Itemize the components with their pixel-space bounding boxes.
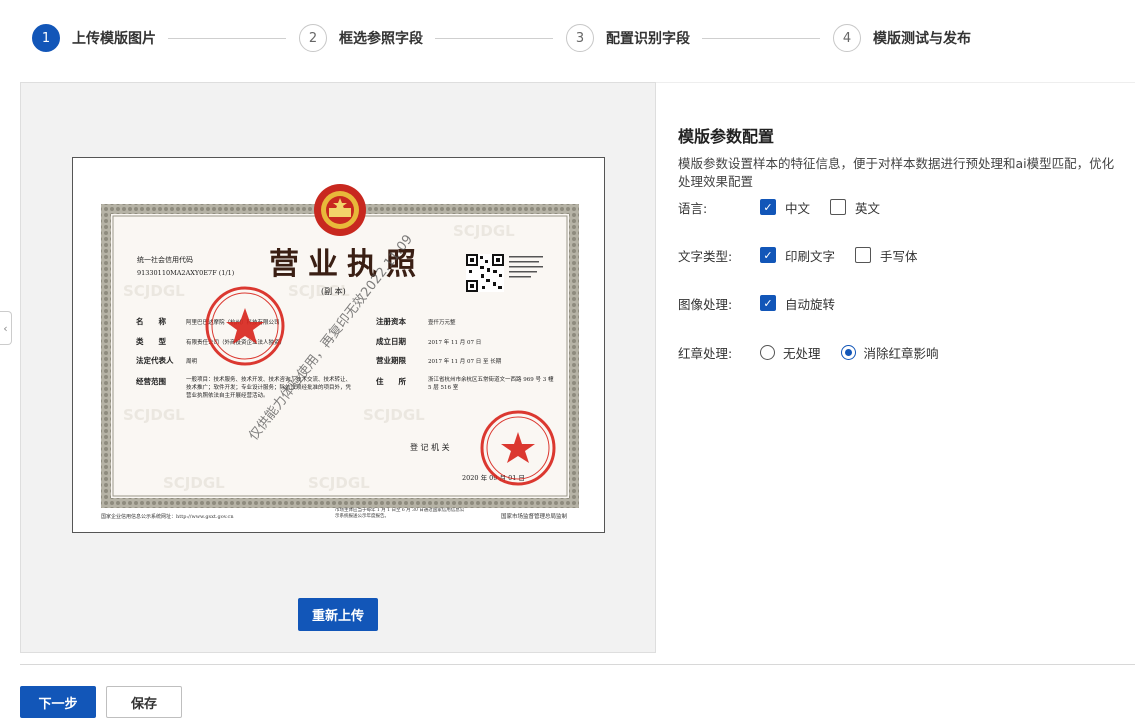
field-value-address: 浙江省杭州市余杭区五常街道文一西路 969 号 3 幢 5 层 516 室 xyxy=(428,377,554,391)
radio-remove-red-seal[interactable]: 消除红章影响 xyxy=(840,343,939,362)
option-label: 手写体 xyxy=(880,248,918,264)
field-label-term: 营业期限 xyxy=(376,355,406,365)
bg-watermark: SCJDGL xyxy=(123,282,185,300)
credit-code: 91330110MA2AXY0E7F (1/1) xyxy=(137,269,235,277)
step-indicator: 1 上传模版图片 2 框选参照字段 3 配置识别字段 4 模版测试与发布 xyxy=(32,24,992,52)
registration-authority: 登 记 机 关 xyxy=(410,442,450,452)
field-label-legal-rep: 法定代表人 xyxy=(136,355,174,365)
field-label-established: 成立日期 xyxy=(376,336,406,346)
field-value-capital: 壹仟万元整 xyxy=(428,318,456,326)
license-subtitle: (副 本) xyxy=(321,286,346,296)
step-number: 2 xyxy=(299,24,327,52)
row-red-seal: 红章处理: 无处理 消除红章影响 xyxy=(678,342,959,362)
check-icon[interactable]: ✓ xyxy=(760,295,776,311)
checkbox-handwriting[interactable]: 手写体 xyxy=(855,246,918,265)
step-number: 4 xyxy=(833,24,861,52)
radio-button-selected[interactable] xyxy=(840,344,856,360)
field-label-type: 类 型 xyxy=(136,336,166,346)
checkbox-auto-rotate[interactable]: ✓ 自动旋转 xyxy=(760,294,835,313)
checkbox-printed-text[interactable]: ✓ 印刷文字 xyxy=(760,246,835,265)
checkbox-box[interactable] xyxy=(855,247,872,263)
check-icon[interactable]: ✓ xyxy=(760,199,776,215)
footer-right: 国家市场监督管理总局监制 xyxy=(501,512,568,520)
step-configure-fields: 3 配置识别字段 xyxy=(566,24,690,52)
credit-code-label: 统一社会信用代码 xyxy=(137,255,193,264)
checkbox-box[interactable] xyxy=(830,199,847,215)
row-label: 语言: xyxy=(678,200,708,216)
option-label: 印刷文字 xyxy=(785,248,836,264)
bg-watermark: SCJDGL xyxy=(453,222,515,240)
row-label: 图像处理: xyxy=(678,296,733,312)
reupload-button[interactable]: 重新上传 xyxy=(298,598,378,631)
bg-watermark: SCJDGL xyxy=(363,406,425,424)
option-label: 消除红章影响 xyxy=(863,345,939,361)
field-label-name: 名 称 xyxy=(136,316,166,326)
license-graphic: SCJDGL SCJDGL SCJDGL SCJDGL SCJDGL SCJDG… xyxy=(101,184,579,520)
field-value-term: 2017 年 11 月 07 日 至 长期 xyxy=(428,357,502,365)
step-label: 框选参照字段 xyxy=(339,31,423,47)
row-text-type: 文字类型: ✓ 印刷文字 手写体 xyxy=(678,245,938,265)
template-image-preview: SCJDGL SCJDGL SCJDGL SCJDGL SCJDGL SCJDG… xyxy=(20,82,656,653)
footer-mid: 市场主体应当于每年 1 月 1 日至 6 月 30 日通过国家信用信息公示系统报… xyxy=(335,508,465,519)
row-image-processing: 图像处理: ✓ 自动旋转 xyxy=(678,293,855,313)
row-language: 语言: ✓ 中文 英文 xyxy=(678,197,900,217)
field-label-capital: 注册资本 xyxy=(376,316,406,326)
option-label: 自动旋转 xyxy=(785,296,836,312)
checkbox-english[interactable]: 英文 xyxy=(830,198,880,217)
next-step-button[interactable]: 下一步 xyxy=(20,686,96,718)
bg-watermark: SCJDGL xyxy=(308,474,370,492)
save-button[interactable]: 保存 xyxy=(106,686,182,718)
step-connector xyxy=(702,38,820,39)
field-label-scope: 经营范围 xyxy=(136,376,166,386)
chevron-left-icon: ‹ xyxy=(3,321,8,335)
collapse-panel-handle[interactable]: ‹ xyxy=(0,311,12,345)
radio-no-processing[interactable]: 无处理 xyxy=(760,343,821,362)
national-emblem-icon xyxy=(314,184,366,236)
step-number: 1 xyxy=(32,24,60,52)
step-upload: 1 上传模版图片 xyxy=(32,24,156,52)
field-value-legal-rep: 周明 xyxy=(186,358,198,365)
bg-watermark: SCJDGL xyxy=(123,406,185,424)
template-config-panel: 模版参数配置 模版参数设置样本的特征信息，便于对样本数据进行预处理和ai模型匹配… xyxy=(656,82,1135,653)
option-label: 英文 xyxy=(855,200,881,216)
field-value-established: 2017 年 11 月 07 日 xyxy=(428,338,481,346)
footer-left: 国家企业信用信息公示系统网址：http://www.gsxt.gov.cn xyxy=(101,513,234,520)
step-label: 配置识别字段 xyxy=(606,31,690,47)
config-title: 模版参数配置 xyxy=(678,127,775,146)
step-test-publish: 4 模版测试与发布 xyxy=(833,24,971,52)
bg-watermark: SCJDGL xyxy=(163,474,225,492)
qr-code-icon xyxy=(466,254,504,292)
row-label: 文字类型: xyxy=(678,248,733,264)
business-license-image: SCJDGL SCJDGL SCJDGL SCJDGL SCJDGL SCJDG… xyxy=(72,157,605,533)
option-label: 中文 xyxy=(785,200,811,216)
field-value-scope: 一般项目：技术服务、技术开发、技术咨询、技术交流、技术转让、技术推广；软件开发；… xyxy=(186,377,352,399)
option-label: 无处理 xyxy=(783,345,821,361)
footer-divider xyxy=(20,664,1135,665)
field-label-address: 住 所 xyxy=(376,376,406,386)
step-label: 上传模版图片 xyxy=(72,31,156,47)
step-number: 3 xyxy=(566,24,594,52)
check-icon[interactable]: ✓ xyxy=(760,247,776,263)
radio-button[interactable] xyxy=(760,344,775,360)
step-label: 模版测试与发布 xyxy=(873,31,971,47)
row-label: 红章处理: xyxy=(678,345,733,361)
config-description: 模版参数设置样本的特征信息，便于对样本数据进行预处理和ai模型匹配，优化处理效果… xyxy=(678,156,1115,189)
checkbox-chinese[interactable]: ✓ 中文 xyxy=(760,198,810,217)
step-connector xyxy=(168,38,286,39)
step-connector xyxy=(435,38,553,39)
step-select-reference: 2 框选参照字段 xyxy=(299,24,423,52)
